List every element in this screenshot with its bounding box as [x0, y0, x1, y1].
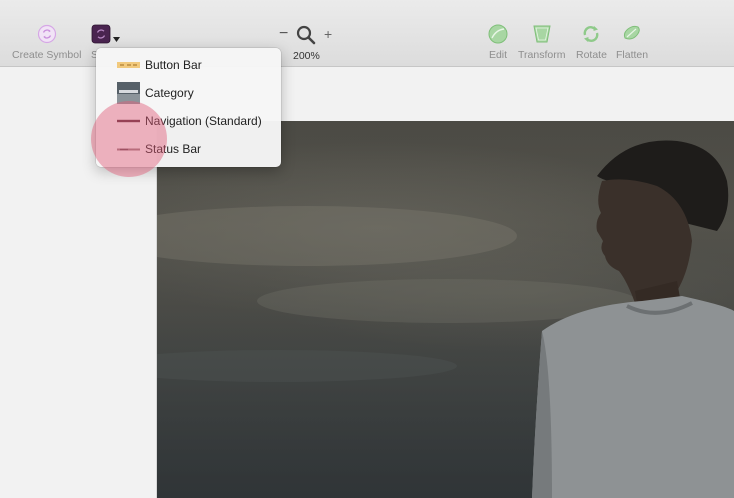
- zoom-in-button[interactable]: +: [324, 26, 332, 42]
- rotate-button[interactable]: Rotate: [576, 24, 607, 61]
- menu-item-status-bar[interactable]: Status Bar: [96, 135, 281, 163]
- chevron-down-icon: [113, 37, 120, 42]
- edit-label: Edit: [488, 49, 508, 61]
- create-symbol-label: Create Symbol: [12, 49, 82, 61]
- symbol-icon: [91, 24, 111, 44]
- navigation-thumb-icon: [117, 110, 140, 132]
- menu-item-button-bar[interactable]: Button Bar: [96, 51, 281, 79]
- menu-item-label: Navigation (Standard): [145, 114, 262, 128]
- menu-item-category[interactable]: Category: [96, 79, 281, 107]
- flatten-button[interactable]: Flatten: [616, 24, 648, 61]
- transform-label: Transform: [518, 49, 566, 61]
- menu-item-navigation-standard[interactable]: Navigation (Standard): [96, 107, 281, 135]
- edit-icon: [488, 24, 508, 44]
- menu-item-label: Category: [145, 86, 194, 100]
- flatten-icon: [623, 25, 640, 40]
- status-bar-thumb-icon: [117, 138, 140, 160]
- transform-icon: [533, 25, 551, 43]
- rotate-label: Rotate: [576, 49, 607, 61]
- edit-button[interactable]: Edit: [488, 24, 508, 61]
- person-silhouette-image: [157, 140, 734, 498]
- canvas-photo[interactable]: [157, 121, 734, 498]
- rotate-icon: [584, 26, 599, 42]
- flatten-label: Flatten: [616, 49, 649, 61]
- button-bar-thumb-icon: [117, 54, 140, 76]
- menu-item-label: Status Bar: [145, 142, 202, 156]
- category-thumb-icon: [117, 82, 140, 104]
- create-symbol-button[interactable]: Create Symbol: [12, 24, 81, 61]
- zoom-level: 200%: [293, 50, 320, 62]
- symbols-dropdown-menu: Button Bar Category Navigation (Standard…: [96, 48, 281, 167]
- zoom-out-button[interactable]: −: [279, 26, 288, 42]
- menu-item-label: Button Bar: [145, 58, 202, 72]
- zoom-magnifier-icon[interactable]: [296, 25, 316, 45]
- create-symbol-icon: [37, 24, 56, 44]
- transform-button[interactable]: Transform: [518, 24, 565, 61]
